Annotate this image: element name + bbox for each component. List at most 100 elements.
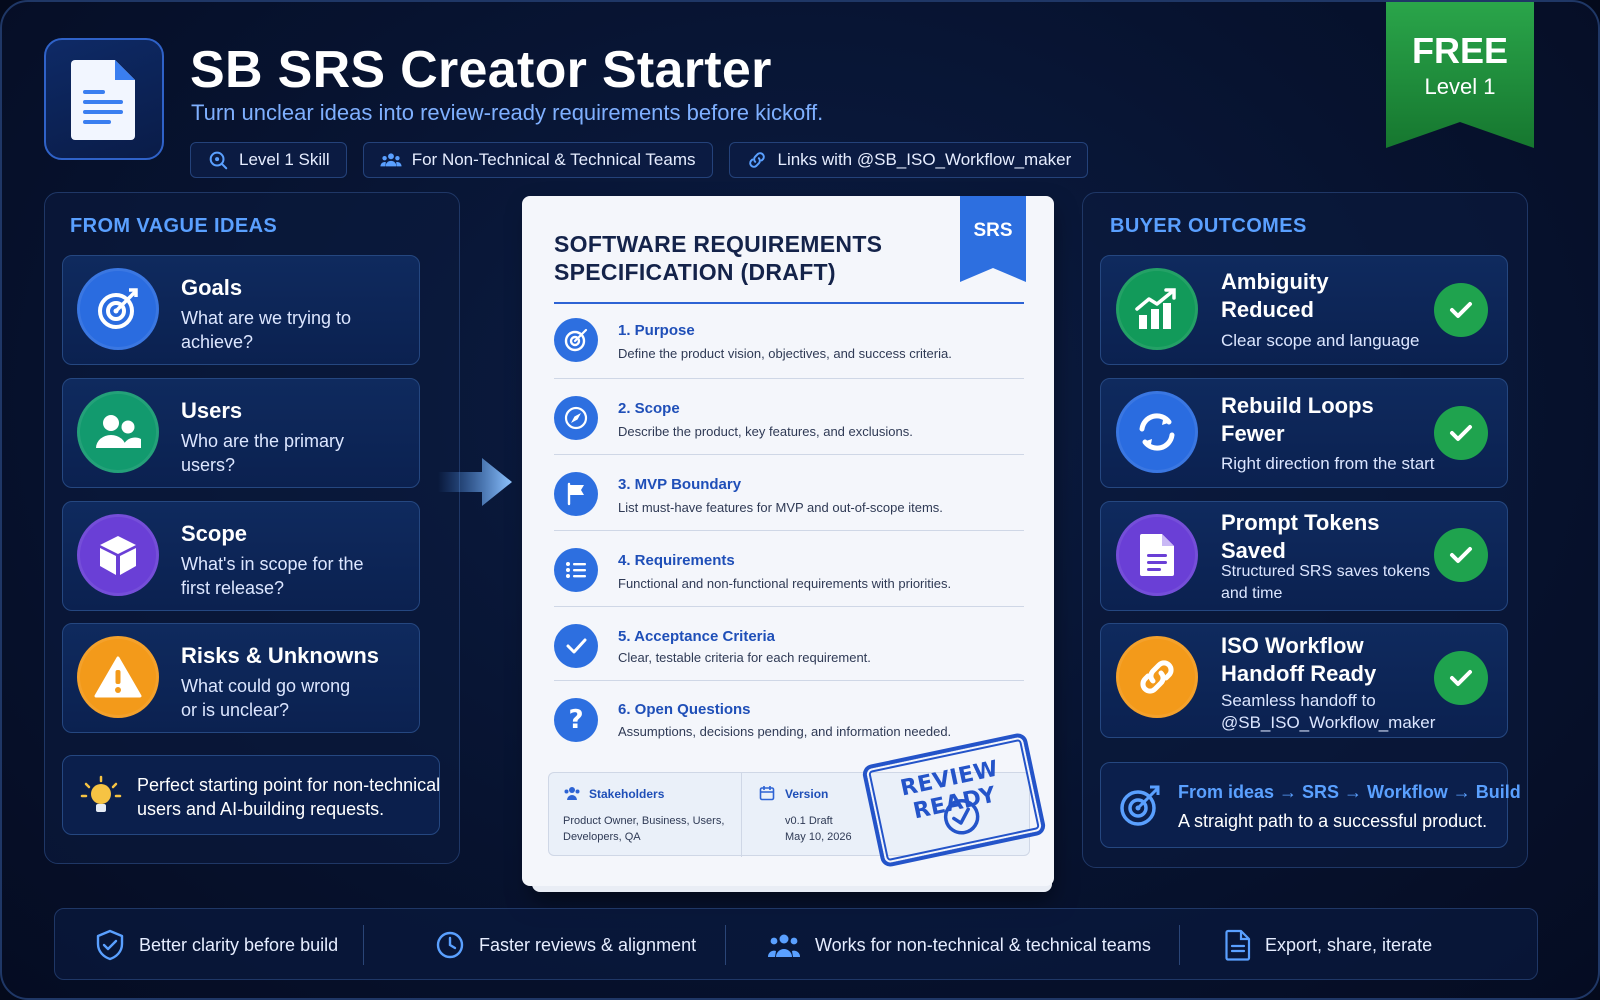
- outcome-title-l1: Rebuild Loops: [1221, 393, 1374, 418]
- ribbon-free: FREE: [1411, 30, 1508, 71]
- footer-divider: [363, 925, 364, 965]
- users-icon: [77, 391, 159, 473]
- stakeholders-label: Stakeholders: [589, 787, 665, 801]
- footer-item: Faster reviews & alignment: [435, 909, 696, 981]
- idea-title: Scope: [181, 521, 248, 546]
- section-title: 1. Purpose: [618, 322, 695, 339]
- footer-bar: Better clarity before build Faster revie…: [54, 908, 1538, 980]
- ribbon-text: FREE Level 1: [1386, 30, 1534, 100]
- target-icon: [77, 268, 159, 350]
- team-icon: [767, 934, 801, 957]
- clock-icon: [436, 931, 464, 959]
- chart-icon: [1116, 268, 1198, 350]
- outcome-desc-l1: Seamless handoff to: [1221, 691, 1376, 710]
- path-title: From ideas → SRS → Workflow → Build: [1178, 782, 1521, 802]
- idea-desc-l2: or is unclear?: [181, 700, 290, 720]
- check-circle-icon: [1434, 651, 1488, 705]
- stakeholders-icon: [564, 787, 580, 800]
- section-divider: [554, 606, 1024, 607]
- footer-item: Better clarity before build: [95, 909, 338, 981]
- outcome-title-l2: Handoff Ready: [1221, 661, 1377, 686]
- list-icon: [554, 548, 598, 592]
- idea-desc-l1: Who are the primary: [181, 431, 345, 451]
- idea-desc-l2: users?: [181, 455, 236, 475]
- stamp-check-icon: [943, 799, 980, 835]
- buyer-outcomes-heading: BUYER OUTCOMES: [1110, 215, 1307, 237]
- page-title: SB SRS Creator Starter: [190, 41, 772, 99]
- srs-document: SOFTWARE REQUIREMENTS SPECIFICATION (DRA…: [522, 196, 1054, 886]
- outcome-desc-l2: @SB_ISO_Workflow_maker: [1221, 713, 1436, 732]
- footer-label: Export, share, iterate: [1265, 934, 1433, 955]
- target-icon: [1116, 782, 1164, 835]
- flag-icon: [554, 472, 598, 516]
- footer-item: Works for non-technical & technical team…: [767, 909, 1151, 981]
- calendar-icon: [759, 786, 775, 801]
- check-circle-icon: [1434, 283, 1488, 337]
- outcome-desc-l1: Right direction from the start: [1221, 454, 1435, 473]
- section-title: 4. Requirements: [618, 552, 735, 569]
- outcome-desc-l1: Structured SRS saves tokens: [1221, 563, 1430, 580]
- section-divider: [554, 680, 1024, 681]
- path-desc: A straight path to a successful product.: [1178, 811, 1488, 831]
- section-desc: List must-have features for MVP and out-…: [618, 500, 943, 515]
- footer-item: Export, share, iterate: [1225, 909, 1432, 981]
- outcome-desc-l2: and time: [1221, 585, 1283, 602]
- section-desc: Define the product vision, objectives, a…: [618, 346, 952, 361]
- document-app-icon: [44, 38, 164, 160]
- search-level-icon: [209, 151, 228, 170]
- footer-divider: [725, 925, 726, 965]
- section-desc: Assumptions, decisions pending, and info…: [618, 724, 952, 739]
- outcome-title-l1: ISO Workflow: [1221, 633, 1364, 658]
- section-desc: Clear, testable criteria for each requir…: [618, 650, 871, 665]
- page-subtitle: Turn unclear ideas into review-ready req…: [191, 100, 824, 125]
- idea-desc-l2: first release?: [181, 578, 285, 598]
- tag-teams: For Non-Technical & Technical Teams: [362, 142, 713, 178]
- vague-ideas-heading: FROM VAGUE IDEAS: [70, 215, 278, 237]
- section-title: 5. Acceptance Criteria: [618, 628, 776, 645]
- version-label: Version: [785, 787, 829, 801]
- cube-icon: [77, 514, 159, 596]
- idea-desc-l1: What are we trying to: [181, 308, 352, 328]
- outcome-desc-l1: Clear scope and language: [1221, 331, 1420, 350]
- idea-desc-l1: What could go wrong: [181, 676, 351, 696]
- ribbon-level: Level 1: [1424, 74, 1496, 99]
- idea-title: Goals: [181, 275, 243, 300]
- footer-divider: [1179, 925, 1180, 965]
- document-title: SOFTWARE REQUIREMENTS SPECIFICATION (DRA…: [554, 230, 882, 286]
- warning-icon: [77, 636, 159, 718]
- section-divider: [554, 454, 1024, 455]
- tag-label: Level 1 Skill: [239, 150, 330, 169]
- shield-check-icon: [96, 929, 124, 961]
- app-frame: SB SRS Creator Starter Turn unclear idea…: [0, 0, 1600, 1000]
- refresh-icon: [1116, 391, 1198, 473]
- tag-label: For Non-Technical & Technical Teams: [411, 150, 696, 169]
- version-value: v0.1 Draft: [785, 815, 833, 827]
- tag-level: Level 1 Skill: [190, 142, 347, 178]
- target-icon: [554, 318, 598, 362]
- tip-text-l2: users and AI-building requests.: [137, 799, 385, 819]
- tag-label: Links with @SB_ISO_Workflow_maker: [777, 150, 1072, 169]
- section-divider: [554, 530, 1024, 531]
- footer-label: Faster reviews & alignment: [479, 934, 697, 955]
- section-desc: Functional and non-functional requiremen…: [618, 576, 952, 591]
- file-icon: [1225, 929, 1251, 961]
- check-circle-icon: [1434, 406, 1488, 460]
- footer-label: Better clarity before build: [139, 934, 339, 955]
- question-icon: ?: [554, 698, 598, 742]
- stakeholders-value-l1: Product Owner, Business, Users,: [563, 815, 725, 827]
- check-circle-icon: [1434, 528, 1488, 582]
- section-title: 2. Scope: [618, 400, 680, 417]
- footer-label: Works for non-technical & technical team…: [815, 934, 1151, 955]
- outcome-title-l1: Ambiguity: [1221, 269, 1329, 294]
- document-icon: [1116, 514, 1198, 596]
- version-date: May 10, 2026: [785, 831, 852, 843]
- section-desc: Describe the product, key features, and …: [618, 424, 913, 439]
- check-icon: [554, 624, 598, 668]
- idea-title: Risks & Unknowns: [181, 643, 380, 668]
- outcome-title-l1: Prompt Tokens: [1221, 510, 1380, 535]
- stakeholders-value-l2: Developers, QA: [563, 831, 641, 843]
- tag-links: Links with @SB_ISO_Workflow_maker: [728, 142, 1089, 178]
- srs-tag-label: SRS: [973, 220, 1013, 241]
- title-divider: [554, 302, 1024, 304]
- outcome-title-l2: Saved: [1221, 538, 1286, 563]
